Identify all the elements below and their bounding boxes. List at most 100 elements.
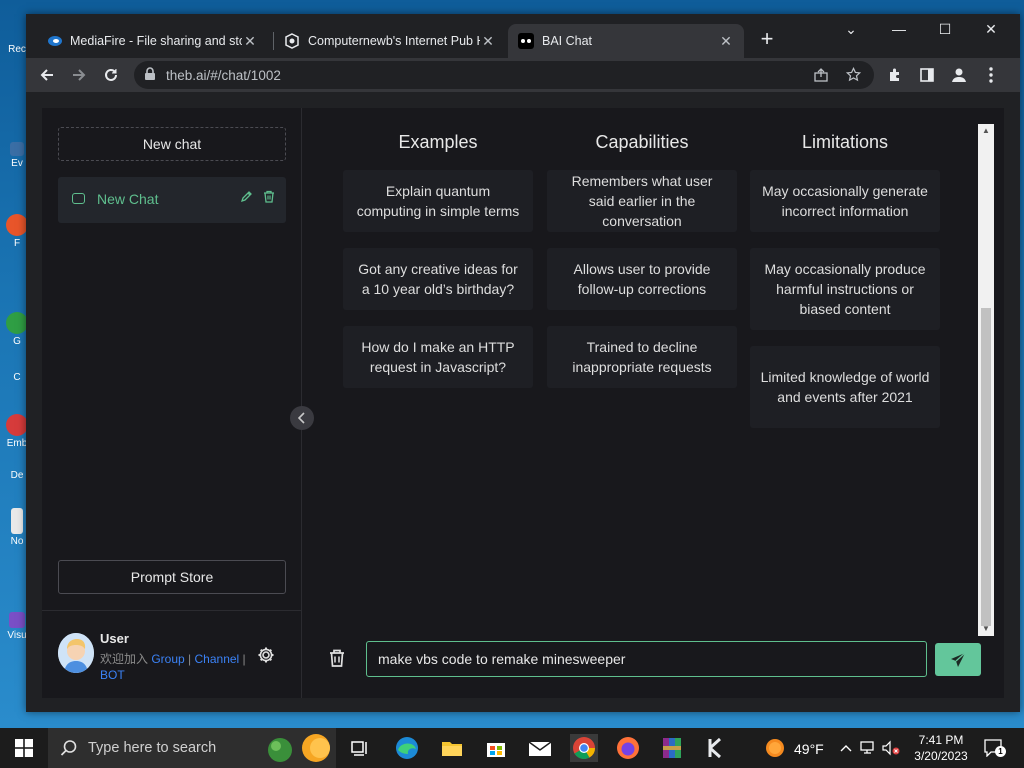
search-icon xyxy=(60,740,77,756)
search-placeholder: Type here to search xyxy=(88,740,217,756)
file-explorer-icon[interactable] xyxy=(438,734,466,762)
column-title: Limitations xyxy=(801,132,889,152)
desktop-icon-label: C xyxy=(13,372,21,383)
url-text: theb.ai/#/chat/1002 xyxy=(166,68,281,83)
scrollbar-thumb[interactable] xyxy=(981,308,991,626)
windows-logo-icon xyxy=(15,739,33,757)
edge-icon[interactable] xyxy=(393,734,421,762)
tab-computernewb[interactable]: Computernewb's Internet Pub H ✕ xyxy=(274,24,506,58)
back-button[interactable] xyxy=(34,62,60,88)
separator: | xyxy=(184,652,195,666)
scroll-down-icon[interactable]: ▼ xyxy=(981,624,991,633)
mail-icon[interactable] xyxy=(526,734,554,762)
system-tray[interactable] xyxy=(838,728,902,768)
close-window-button[interactable]: ✕ xyxy=(968,16,1014,42)
tab-bai-chat[interactable]: BAI Chat ✕ xyxy=(508,24,744,58)
sidebar: New chat New Chat Prompt Store User 欢迎加入… xyxy=(42,108,302,698)
notepad-icon xyxy=(11,508,23,534)
app-icon xyxy=(6,414,28,436)
search-highlight-icon xyxy=(268,734,330,762)
puzzle-icon xyxy=(890,68,899,81)
channel-link[interactable]: Channel xyxy=(195,652,240,666)
column-title: Capabilities xyxy=(595,132,689,152)
computernewb-favicon-icon xyxy=(284,33,300,49)
desktop-icon-label: Ev xyxy=(11,158,23,169)
reload-button[interactable] xyxy=(98,62,124,88)
sun-icon xyxy=(766,739,784,757)
clock-date: 3/20/2023 xyxy=(914,749,968,763)
tab-mediafire[interactable]: MediaFire - File sharing and stor ✕ xyxy=(36,24,268,58)
weather-widget[interactable]: 49°F xyxy=(764,728,826,768)
notification-badge: 1 xyxy=(995,746,1006,757)
desktop-icon-label: G xyxy=(13,336,21,347)
example-card[interactable]: How do I make an HTTP request in Javascr… xyxy=(343,326,533,388)
notifications-button[interactable]: 1 xyxy=(982,728,1006,768)
edit-icon[interactable] xyxy=(238,190,254,208)
maximize-button[interactable]: ☐ xyxy=(922,16,968,42)
desktop-icon-label: Emb xyxy=(6,438,28,449)
task-view-icon[interactable] xyxy=(346,734,374,762)
chat-item-new-chat[interactable]: New Chat xyxy=(58,177,286,223)
new-chat-button[interactable]: New chat xyxy=(58,127,286,161)
tab-title: Computernewb's Internet Pub H xyxy=(308,34,480,48)
user-name: User xyxy=(100,631,129,646)
delete-chat-icon[interactable] xyxy=(261,190,277,208)
taskbar-search[interactable]: Type here to search xyxy=(48,728,336,768)
message-input[interactable] xyxy=(366,641,927,677)
menu-button[interactable] xyxy=(978,62,1004,88)
minimize-button[interactable]: — xyxy=(876,16,922,42)
taskbar-clock[interactable]: 7:41 PM 3/20/2023 xyxy=(906,732,976,764)
taskbar: Type here to search 49°F 7:41 PM 3/20/20… xyxy=(0,728,1024,768)
bot-link[interactable]: BOT xyxy=(100,668,125,682)
send-button[interactable] xyxy=(935,643,981,676)
share-icon[interactable] xyxy=(810,64,832,86)
profile-button[interactable] xyxy=(946,62,972,88)
weather-temp: 49°F xyxy=(794,741,824,757)
chrome-icon[interactable] xyxy=(570,734,598,762)
bai-favicon-icon xyxy=(518,33,534,49)
clear-chat-trash-icon[interactable] xyxy=(328,648,346,668)
address-bar[interactable]: theb.ai/#/chat/1002 xyxy=(134,61,874,89)
chat-main: Examples Explain quantum computing in si… xyxy=(303,108,1004,698)
desktop-icon-label: No xyxy=(10,536,24,547)
bookmark-star-icon[interactable] xyxy=(842,64,864,86)
separator: | xyxy=(239,652,246,666)
reload-icon xyxy=(105,68,117,81)
forward-button[interactable] xyxy=(66,62,92,88)
chevron-up-icon xyxy=(840,745,852,752)
tab-close-icon[interactable]: ✕ xyxy=(480,33,496,50)
capability-card: Remembers what user said earlier in the … xyxy=(547,170,737,232)
scrollbar[interactable]: ▲ ▼ xyxy=(978,124,994,636)
group-link[interactable]: Group xyxy=(151,652,184,666)
browser-toolbar: theb.ai/#/chat/1002 xyxy=(26,58,1020,92)
firefox-icon[interactable] xyxy=(614,734,642,762)
tab-close-icon[interactable]: ✕ xyxy=(242,33,258,50)
side-panel-button[interactable] xyxy=(914,62,940,88)
prompt-store-button[interactable]: Prompt Store xyxy=(58,560,286,594)
avatar xyxy=(58,633,94,673)
settings-gear-icon[interactable] xyxy=(256,645,276,665)
community-links: 欢迎加入 Group | Channel | BOT xyxy=(100,651,250,683)
tab-close-icon[interactable]: ✕ xyxy=(718,33,734,50)
clock-time: 7:41 PM xyxy=(918,733,964,747)
tab-strip: MediaFire - File sharing and stor ✕ Comp… xyxy=(26,14,1020,58)
example-card[interactable]: Got any creative ideas for a 10 year old… xyxy=(343,248,533,310)
mediafire-favicon-icon xyxy=(46,33,62,49)
winrar-icon[interactable] xyxy=(658,734,686,762)
back-arrow-icon xyxy=(40,69,53,81)
tab-search-button[interactable]: ⌄ xyxy=(828,16,874,42)
example-card[interactable]: Explain quantum computing in simple term… xyxy=(343,170,533,232)
kebab-menu-icon xyxy=(989,67,993,83)
scroll-up-icon[interactable]: ▲ xyxy=(981,126,991,135)
network-icon xyxy=(860,741,874,754)
start-button[interactable] xyxy=(0,728,48,768)
extensions-button[interactable] xyxy=(882,62,908,88)
store-icon[interactable] xyxy=(482,734,510,762)
shortcut-icon xyxy=(10,142,24,156)
tab-title: MediaFire - File sharing and stor xyxy=(70,34,242,48)
new-tab-button[interactable]: + xyxy=(754,26,780,52)
app-icon xyxy=(6,214,28,236)
send-icon xyxy=(951,652,966,667)
volume-muted-icon xyxy=(882,740,900,756)
app-k-icon[interactable] xyxy=(702,734,730,762)
